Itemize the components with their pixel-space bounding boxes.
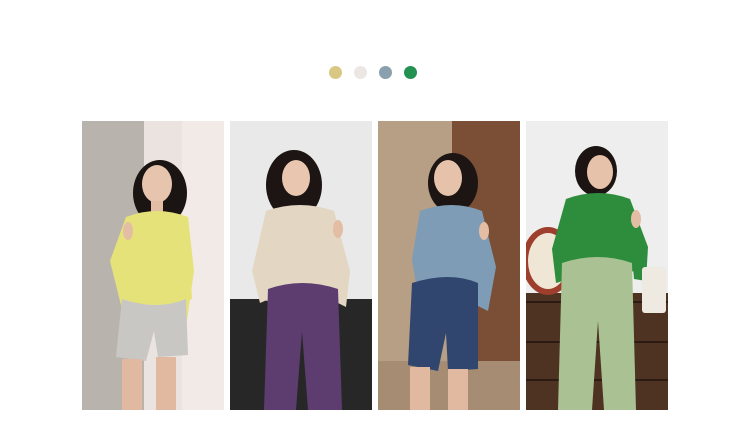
product-color-gallery	[0, 0, 750, 430]
swatch-blue[interactable]	[379, 66, 392, 79]
model-illustration	[230, 121, 372, 410]
photo-yellow-cardigan[interactable]	[82, 121, 224, 410]
swatch-green[interactable]	[404, 66, 417, 79]
photo-blue-cardigan[interactable]	[378, 121, 520, 410]
swatch-yellow[interactable]	[329, 66, 342, 79]
photo-green-cardigan[interactable]	[526, 121, 668, 410]
swatch-cream[interactable]	[354, 66, 367, 79]
model-illustration	[526, 121, 668, 410]
photo-gallery	[82, 121, 668, 410]
photo-cream-cardigan[interactable]	[230, 121, 372, 410]
model-illustration	[82, 121, 224, 410]
model-illustration	[378, 121, 520, 410]
color-swatches	[329, 66, 417, 79]
